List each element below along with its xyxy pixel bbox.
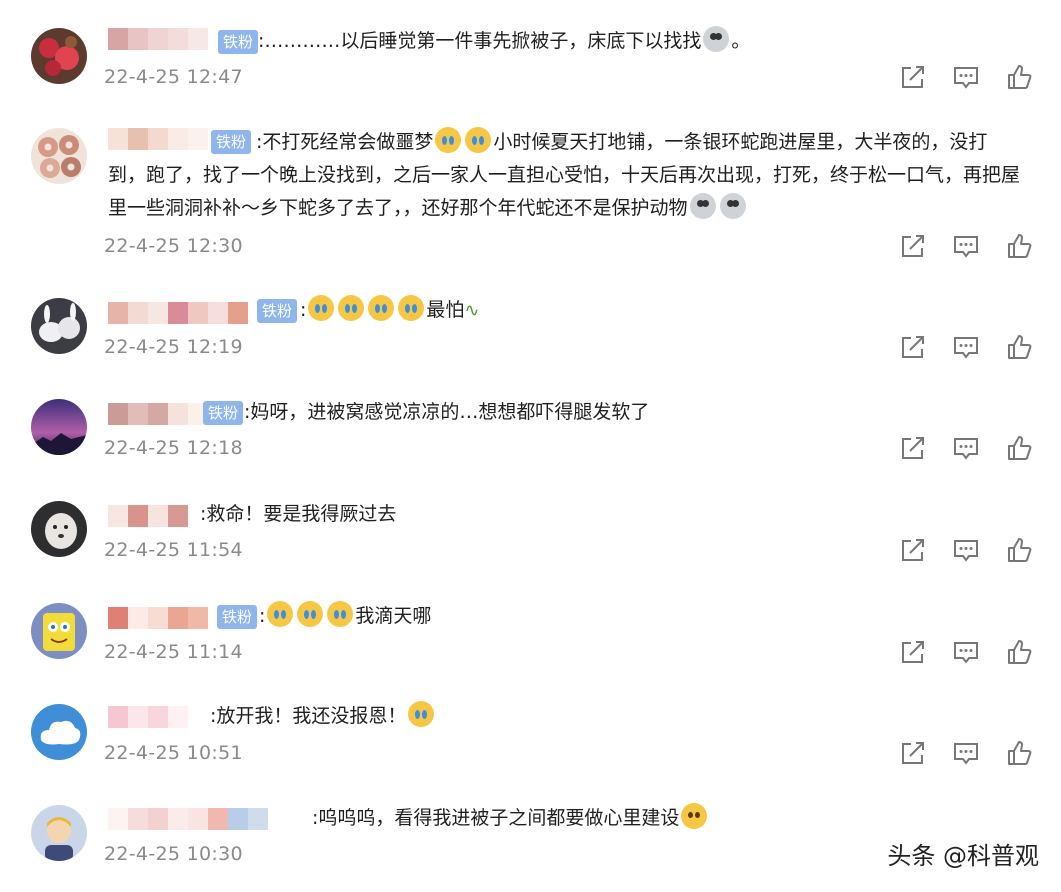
share-icon[interactable] [899, 232, 927, 260]
avatar[interactable] [31, 128, 87, 184]
comment-time: 22-4-25 11:54 [104, 539, 243, 561]
like-icon[interactable] [1005, 232, 1033, 260]
donut-avatar-image [31, 128, 87, 184]
purple-sky-avatar-image [31, 399, 87, 455]
dog-avatar-image [31, 501, 87, 557]
crying-emoji-icon [297, 601, 324, 627]
share-icon[interactable] [899, 739, 927, 767]
rabbit-avatar-image [31, 298, 87, 354]
comment-actions [899, 333, 1033, 361]
username-blurred[interactable] [108, 26, 208, 52]
boy-avatar-image [31, 805, 87, 861]
comment-text: :妈呀，进被窝感觉凉凉的…想想都吓得腿发软了 [244, 401, 650, 423]
fan-badge: 铁粉 [218, 30, 259, 54]
like-icon[interactable] [1005, 333, 1033, 361]
comment-icon[interactable] [952, 232, 980, 260]
shocked-dog-emoji-icon [719, 193, 746, 219]
crying-emoji-icon [368, 295, 395, 321]
comment-text: : 我滴天哪 [259, 600, 1025, 633]
share-icon[interactable] [899, 63, 927, 91]
comment-time: 22-4-25 10:30 [104, 843, 243, 865]
username-blurred[interactable] [108, 605, 208, 631]
scream-emoji-icon [703, 26, 730, 52]
avatar[interactable] [31, 28, 87, 84]
comment-actions [899, 739, 1033, 767]
crying-emoji-icon [338, 295, 365, 321]
crying-emoji-icon [465, 127, 492, 153]
comment-time: 22-4-25 11:14 [104, 641, 243, 663]
username-blurred[interactable] [108, 704, 188, 730]
crying-emoji-icon [267, 601, 294, 627]
comment-icon[interactable] [952, 638, 980, 666]
comment-icon[interactable] [952, 536, 980, 564]
username-blurred[interactable] [108, 503, 188, 529]
comment-time: 22-4-25 10:51 [104, 742, 243, 764]
share-icon[interactable] [899, 536, 927, 564]
comment-actions [899, 434, 1033, 462]
like-icon[interactable] [1005, 536, 1033, 564]
comment-icon[interactable] [952, 739, 980, 767]
doge-emoji-icon [681, 803, 708, 829]
username-blurred[interactable] [108, 806, 268, 832]
fan-badge: 铁粉 [203, 401, 244, 425]
cloud-avatar-image [31, 704, 87, 760]
comment-time: 22-4-25 12:18 [104, 437, 243, 459]
comment-text: :救命！要是我得厥过去 [200, 503, 397, 525]
fan-badge: 铁粉 [217, 605, 258, 629]
fan-badge: 铁粉 [257, 299, 298, 323]
like-icon[interactable] [1005, 434, 1033, 462]
username-blurred[interactable] [108, 300, 248, 326]
comment-icon[interactable] [952, 333, 980, 361]
avatar[interactable] [31, 805, 87, 861]
comment-text: :呜呜呜，看得我进被子之间都要做心里建设 [312, 802, 1025, 835]
comment-text: :…………以后睡觉第一件事先掀被子，床底下以找找。 [258, 25, 1025, 58]
red-flower-avatar-image [31, 28, 87, 84]
comment-text: :放开我！我还没报恩！ [210, 700, 1025, 733]
comment-text: : 最怕∿ [300, 294, 1025, 327]
avatar[interactable] [31, 603, 87, 659]
comment-icon[interactable] [952, 434, 980, 462]
snake-emoji-icon: ∿ [464, 300, 480, 321]
share-icon[interactable] [899, 434, 927, 462]
crying-emoji-icon [435, 127, 462, 153]
wailing-emoji-icon [408, 701, 435, 727]
like-icon[interactable] [1005, 638, 1033, 666]
avatar[interactable] [31, 298, 87, 354]
comment-icon[interactable] [952, 63, 980, 91]
watermark: 头条 @科普观 [887, 842, 1039, 870]
sponge-avatar-image [31, 603, 87, 659]
avatar[interactable] [31, 704, 87, 760]
comment-actions [899, 63, 1033, 91]
avatar[interactable] [31, 501, 87, 557]
comment-time: 22-4-25 12:47 [104, 66, 243, 88]
comment-time: 22-4-25 12:30 [104, 235, 243, 257]
share-icon[interactable] [899, 333, 927, 361]
share-icon[interactable] [899, 638, 927, 666]
username-blurred[interactable] [108, 401, 208, 427]
comment-actions [899, 638, 1033, 666]
shocked-dog-emoji-icon [689, 193, 716, 219]
comment-text: :不打死经常会做噩梦 小时候夏天打地铺，一条银环蛇跑进屋里，大半夜的，没打到，跑了… [108, 126, 1025, 225]
crying-emoji-icon [398, 295, 425, 321]
crying-emoji-icon [327, 601, 354, 627]
like-icon[interactable] [1005, 63, 1033, 91]
comment-actions [899, 536, 1033, 564]
like-icon[interactable] [1005, 739, 1033, 767]
comment-actions [899, 232, 1033, 260]
avatar[interactable] [31, 399, 87, 455]
comment-time: 22-4-25 12:19 [104, 336, 243, 358]
crying-emoji-icon [308, 295, 335, 321]
